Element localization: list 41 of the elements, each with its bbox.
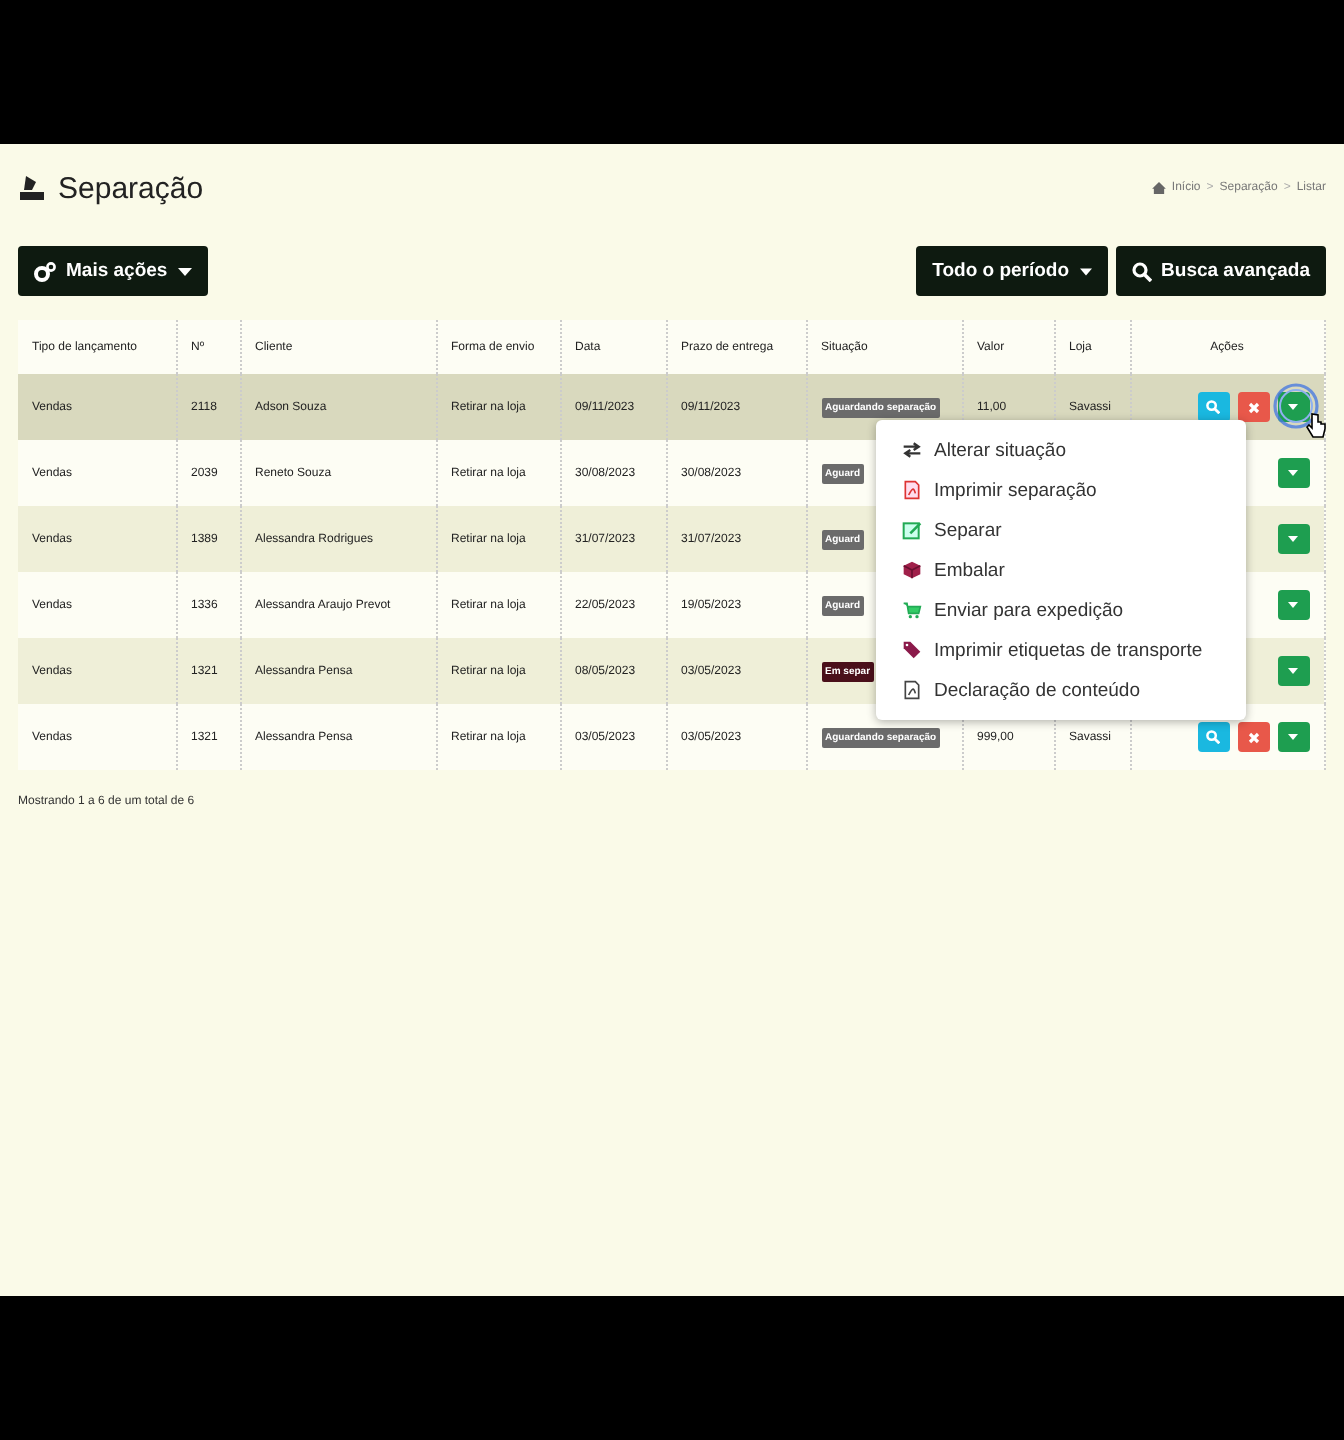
search-icon — [1206, 730, 1220, 744]
menu-item[interactable]: Imprimir separação — [876, 470, 1246, 510]
dropdown-button[interactable] — [1277, 656, 1309, 686]
caret-icon — [1079, 267, 1092, 275]
caret-icon — [177, 267, 192, 275]
menu-item[interactable]: Declaração de conteúdo — [876, 670, 1246, 710]
dropdown-button[interactable] — [1277, 590, 1309, 620]
pdf-icon — [902, 480, 922, 500]
document-icon — [902, 680, 922, 700]
edit-icon — [902, 520, 922, 540]
period-dropdown[interactable]: Todo o período — [916, 246, 1108, 296]
gears-icon — [34, 261, 56, 281]
close-icon — [1247, 401, 1259, 413]
caret-icon — [1288, 536, 1298, 542]
caret-icon — [1288, 668, 1298, 674]
delete-button[interactable] — [1237, 722, 1269, 752]
dropdown-button[interactable] — [1277, 458, 1309, 488]
dropdown-button[interactable] — [1277, 524, 1309, 554]
view-button[interactable] — [1197, 392, 1229, 422]
dropdown-button[interactable] — [1277, 722, 1309, 752]
box-stack-icon — [18, 174, 46, 202]
caret-icon — [1288, 602, 1298, 608]
caret-icon — [1288, 404, 1298, 410]
home-icon — [1151, 182, 1166, 194]
search-icon — [1206, 400, 1220, 414]
cube-icon — [902, 560, 922, 580]
caret-icon — [1288, 734, 1298, 740]
close-icon — [1247, 731, 1259, 743]
advanced-search-button[interactable]: Busca avançada — [1115, 246, 1326, 296]
tag-icon — [902, 640, 922, 660]
menu-item[interactable]: Separar — [876, 510, 1246, 550]
menu-item[interactable]: Enviar para expedição — [876, 590, 1246, 630]
page-title: Separação — [58, 171, 204, 205]
search-icon — [1131, 261, 1152, 281]
cart-icon — [902, 600, 922, 620]
caret-icon — [1288, 470, 1298, 476]
more-actions-button[interactable]: Mais ações — [18, 246, 208, 296]
swap-arrows-icon — [902, 440, 922, 460]
focus-ring-icon — [1271, 382, 1319, 430]
view-button[interactable] — [1197, 722, 1229, 752]
delete-button[interactable] — [1237, 392, 1269, 422]
